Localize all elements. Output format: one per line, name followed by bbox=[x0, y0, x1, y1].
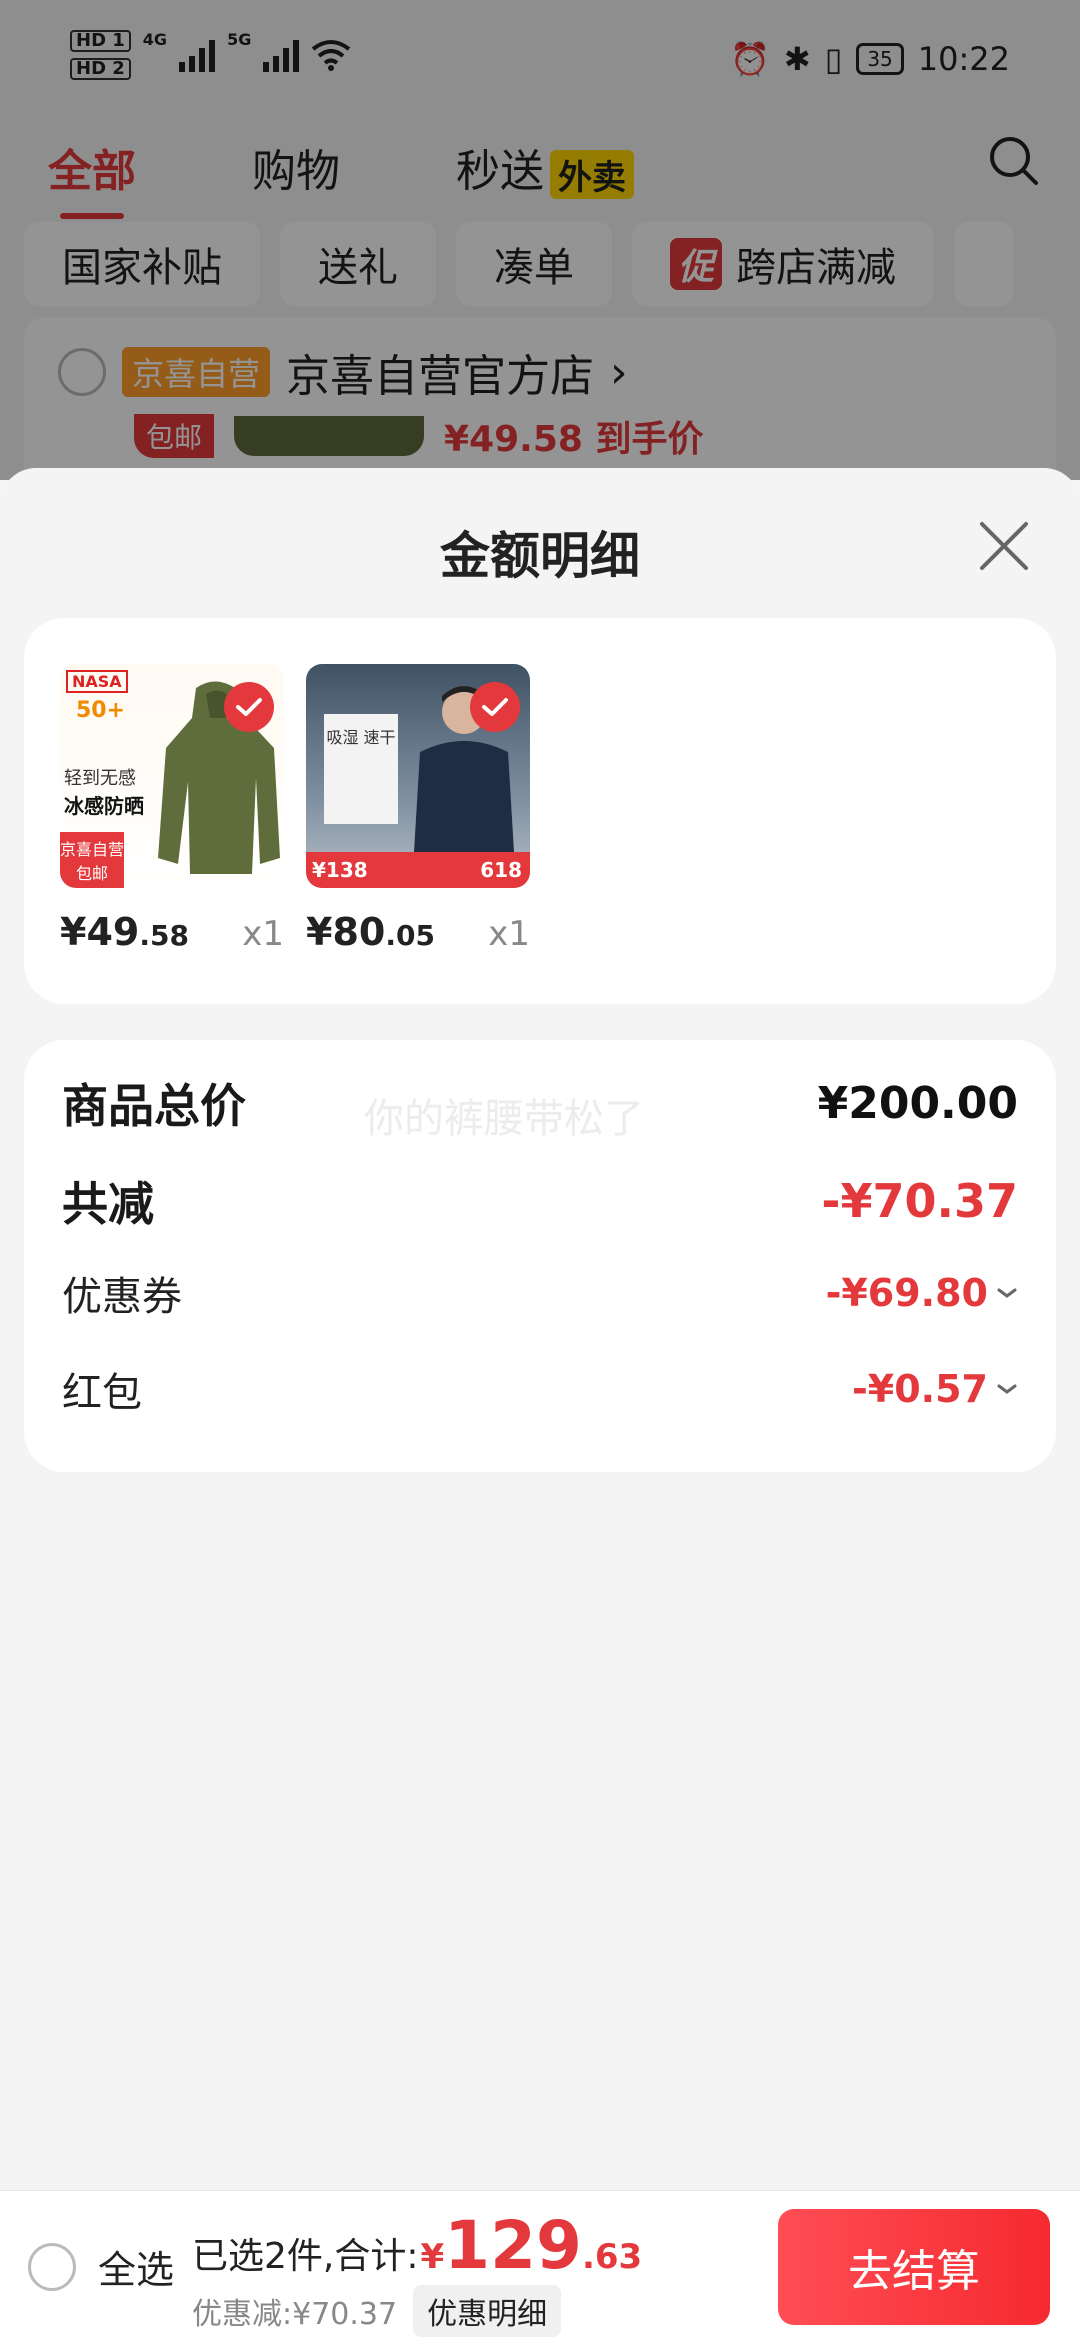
brand-logo: NASA bbox=[66, 670, 128, 693]
reduce-label: 共减 bbox=[62, 1177, 154, 1231]
goods-card: NASA 50+ 轻到无感 冰感防晒 京喜自营 包邮 ¥49.58 x1 吸湿 … bbox=[24, 618, 1056, 1004]
discount-detail-button[interactable]: 优惠明细 bbox=[413, 2285, 562, 2337]
row-coupon[interactable]: 优惠券 -¥69.80 bbox=[62, 1264, 1018, 1322]
amount-detail-sheet: 金额明细 NASA 50+ 轻到无感 冰感防晒 京喜自营 包邮 ¥49.58 x… bbox=[0, 468, 1080, 2190]
total-decimal: .63 bbox=[581, 2237, 643, 2277]
price-detail-card: 你的裤腰带松了 商品总价 ¥200.00 共减 -¥70.37 优惠券 -¥69… bbox=[24, 1040, 1056, 1472]
total-integer: 129 bbox=[444, 2207, 582, 2284]
close-icon[interactable] bbox=[976, 518, 1032, 574]
coupon-label: 优惠券 bbox=[62, 1274, 182, 1320]
goods-price-int: ¥49 bbox=[60, 910, 140, 954]
total-line: 已选2件,合计: ¥ 129 .63 bbox=[192, 2213, 642, 2279]
promo-line-1: 轻到无感 bbox=[64, 768, 136, 789]
order-summary: 已选2件,合计: ¥ 129 .63 优惠减:¥70.37 优惠明细 bbox=[192, 2213, 642, 2337]
goods-qty: x1 bbox=[242, 914, 284, 954]
row-redpack[interactable]: 红包 -¥0.57 bbox=[62, 1360, 1018, 1418]
goods-meta: ¥49.58 x1 bbox=[60, 910, 284, 954]
goods-item: 吸湿 速干 ¥138 618 ¥80.05 x1 bbox=[306, 664, 530, 954]
discount-line: 优惠减:¥70.37 优惠明细 bbox=[192, 2285, 642, 2337]
coupon-value: -¥69.80 bbox=[825, 1271, 988, 1315]
selected-count-text: 已选2件,合计: bbox=[192, 2236, 419, 2277]
redpack-value: -¥0.57 bbox=[852, 1367, 988, 1411]
redpack-value-wrap[interactable]: -¥0.57 bbox=[852, 1367, 1018, 1411]
goods-price: ¥49.58 bbox=[60, 910, 189, 954]
total-value: ¥200.00 bbox=[817, 1077, 1018, 1129]
goods-meta: ¥80.05 x1 bbox=[306, 910, 530, 954]
sale-badge: 618 bbox=[480, 858, 522, 882]
goods-qty: x1 bbox=[488, 914, 530, 954]
select-all[interactable]: 全选 bbox=[28, 2239, 174, 2294]
promo-line-2: 冰感防晒 bbox=[64, 794, 144, 818]
select-all-label: 全选 bbox=[98, 2248, 175, 2292]
discount-text: 优惠减:¥70.37 bbox=[192, 2297, 398, 2332]
reduce-value: -¥70.37 bbox=[821, 1174, 1018, 1228]
goods-price-dec: .58 bbox=[139, 919, 189, 952]
modal-overlay[interactable] bbox=[0, 0, 1080, 480]
promo-price-bar: ¥138 618 bbox=[306, 852, 530, 888]
goods-price-dec: .05 bbox=[385, 919, 435, 952]
sheet-title: 金额明细 bbox=[440, 527, 640, 585]
checkout-bar: 全选 已选2件,合计: ¥ 129 .63 优惠减:¥70.37 优惠明细 去结… bbox=[0, 2190, 1080, 2340]
feature-panel: 吸湿 速干 bbox=[324, 714, 398, 824]
goods-item: NASA 50+ 轻到无感 冰感防晒 京喜自营 包邮 ¥49.58 x1 bbox=[60, 664, 284, 954]
checkout-button[interactable]: 去结算 bbox=[778, 2209, 1050, 2325]
total-currency: ¥ bbox=[420, 2237, 445, 2277]
goods-price-int: ¥80 bbox=[306, 910, 386, 954]
coupon-value-wrap[interactable]: -¥69.80 bbox=[826, 1271, 1018, 1315]
promo-price: ¥138 bbox=[312, 858, 368, 882]
chevron-down-icon bbox=[997, 1288, 1017, 1298]
row-reduce: 共减 -¥70.37 bbox=[62, 1168, 1018, 1234]
goods-price: ¥80.05 bbox=[306, 910, 435, 954]
checkmark-icon bbox=[224, 682, 274, 732]
checkmark-icon bbox=[470, 682, 520, 732]
redpack-label: 红包 bbox=[62, 1370, 142, 1416]
row-total: 商品总价 ¥200.00 bbox=[62, 1070, 1018, 1136]
select-all-radio[interactable] bbox=[28, 2242, 76, 2291]
chevron-down-icon bbox=[997, 1384, 1017, 1394]
total-label: 商品总价 bbox=[62, 1079, 246, 1133]
upf-label: 50+ bbox=[76, 698, 126, 723]
store-free-ship-tag: 京喜自营 包邮 bbox=[60, 832, 124, 888]
